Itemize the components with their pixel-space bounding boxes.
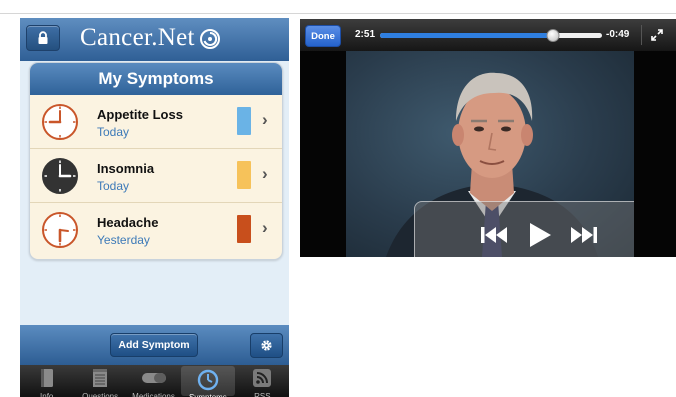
symptom-row[interactable]: Appetite Loss Today › (30, 95, 282, 148)
clock-icon (197, 369, 219, 393)
symptoms-app-screen: Cancer.Net My Symptoms Appetite Loss Toda… (20, 18, 289, 397)
clock-icon (42, 158, 78, 194)
symptom-date: Yesterday (97, 233, 150, 247)
tab-questions[interactable]: Questions (73, 365, 126, 397)
notepad-icon (92, 368, 108, 390)
previous-track-icon[interactable] (479, 223, 509, 247)
clock-icon (42, 104, 78, 140)
symptom-date: Today (97, 179, 130, 193)
chevron-right-icon: › (262, 218, 268, 237)
tab-info[interactable]: Info (20, 365, 73, 397)
progress-track[interactable] (380, 33, 602, 38)
video-frame[interactable] (346, 51, 634, 257)
severity-swatch (237, 161, 251, 189)
progress-fill (380, 33, 554, 38)
add-symptom-button[interactable]: Add Symptom (110, 333, 198, 357)
progress-scrubber[interactable] (546, 29, 560, 42)
tab-medications[interactable]: Medications (127, 365, 180, 397)
brand-text: Cancer.Net (80, 24, 195, 51)
video-top-bar: Done 2:51 -0:49 (300, 19, 676, 51)
gear-icon (261, 340, 272, 351)
fullscreen-button[interactable] (641, 25, 672, 45)
symptom-row[interactable]: Insomnia Today › (30, 148, 282, 202)
symptoms-card: My Symptoms Appetite Loss Today › Insomnia T… (29, 62, 283, 260)
symptom-date: Today (97, 125, 130, 139)
lock-icon (38, 31, 48, 44)
chevron-right-icon: › (262, 110, 268, 129)
expand-icon (651, 29, 663, 41)
tab-bar: Info Questions Medications Symptoms RSS (20, 365, 289, 397)
next-track-icon[interactable] (569, 223, 599, 247)
tab-label: Info (40, 392, 54, 397)
book-icon (40, 368, 54, 390)
symptom-name: Insomnia (97, 161, 155, 176)
pill-icon (141, 368, 167, 390)
tab-rss[interactable]: RSS (236, 365, 289, 397)
lock-button[interactable] (26, 25, 60, 51)
card-title: My Symptoms (30, 63, 282, 95)
severity-swatch (237, 215, 251, 243)
symptom-name: Appetite Loss (97, 107, 183, 122)
symptom-list: Appetite Loss Today › Insomnia Today › Headach… (30, 95, 282, 256)
video-player: Done 2:51 -0:49 (300, 19, 676, 257)
tab-symptoms[interactable]: Symptoms (181, 366, 235, 397)
top-divider (0, 13, 676, 14)
swirl-logo-icon (199, 29, 220, 49)
severity-swatch (237, 107, 251, 135)
done-button[interactable]: Done (305, 25, 341, 47)
elapsed-time: 2:51 (355, 29, 376, 40)
playback-controls (414, 201, 634, 257)
brand-logo: Cancer.Net (80, 22, 250, 54)
tab-label: Symptoms (181, 393, 234, 397)
tab-label: RSS (254, 392, 271, 397)
app-header: Cancer.Net (20, 18, 289, 61)
symptom-name: Headache (97, 215, 159, 230)
settings-button[interactable] (250, 333, 283, 358)
tab-label: Medications (132, 392, 175, 397)
rss-icon (252, 368, 272, 390)
chevron-right-icon: › (262, 164, 268, 183)
bottom-toolbar: Add Symptom (20, 325, 289, 365)
symptom-row[interactable]: Headache Yesterday › (30, 202, 282, 256)
tab-label: Questions (82, 392, 119, 397)
play-icon[interactable] (527, 221, 553, 249)
remaining-time: -0:49 (606, 29, 630, 40)
clock-icon (42, 212, 78, 248)
